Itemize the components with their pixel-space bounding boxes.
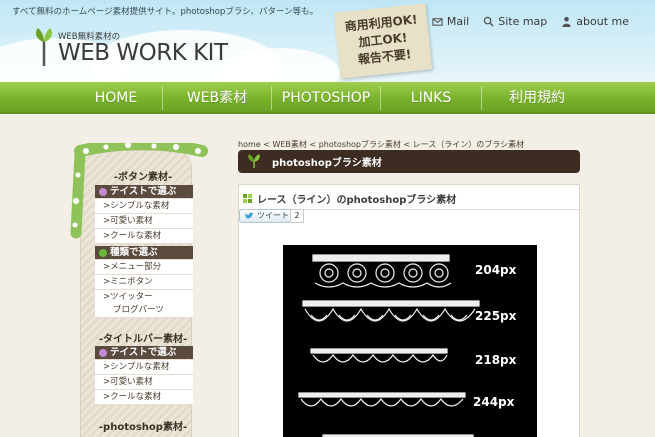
sitemap-link-label: Site map xyxy=(498,15,548,28)
nav-links[interactable]: LINKS xyxy=(381,82,481,114)
mail-icon xyxy=(432,18,443,26)
sidebar-group-head: テイストで選ぶ xyxy=(95,346,193,359)
grid-icon xyxy=(243,194,252,203)
sidebar-section-title: -photoshop素材- xyxy=(98,422,188,433)
tweet-label: ツイート xyxy=(257,211,289,220)
nav-photoshop[interactable]: PHOTOSHOP xyxy=(272,82,380,114)
license-note: 商用利用OK! 加工OK! 報告不要! xyxy=(333,3,433,79)
site-logo[interactable]: WEB WORK KIT xyxy=(58,40,228,66)
preview-size-label: 218px xyxy=(475,353,517,367)
nav-web-materials[interactable]: WEB素材 xyxy=(163,82,271,114)
nav-home[interactable]: HOME xyxy=(70,82,162,114)
person-icon xyxy=(562,16,571,27)
sidebar-link[interactable]: >メニュー部分 xyxy=(95,260,193,275)
sidebar-section-title: -タイトルバー素材- xyxy=(98,334,188,345)
section-title-bar: photoshopブラシ素材 xyxy=(238,150,580,173)
search-icon xyxy=(483,16,494,27)
sidebar-link[interactable]: ブログパーツ xyxy=(95,303,193,318)
sprout-logo-icon xyxy=(36,28,52,66)
top-links: Mail Site map about me xyxy=(432,15,629,28)
content-title: レース（ライン）のphotoshopブラシ素材 xyxy=(243,191,456,206)
mail-link-label: Mail xyxy=(446,15,470,28)
preview-size-label: 204px xyxy=(475,263,517,277)
sidebar-link[interactable]: >ミニボタン xyxy=(95,275,193,290)
sidebar-group-label: テイストで選ぶ xyxy=(110,347,177,358)
breadcrumb[interactable]: home < WEB素材 < photoshopブラシ素材 < レース（ライン）… xyxy=(238,139,524,150)
about-link-label: about me xyxy=(576,15,629,28)
sidebar-group-label: テイストで選ぶ xyxy=(110,186,177,197)
sidebar-group-label: 種類で選ぶ xyxy=(110,247,158,258)
sidebar-link[interactable]: >シンプルな素材 xyxy=(95,199,193,214)
sidebar-link[interactable]: >クールな素材 xyxy=(95,229,193,244)
brush-preview-image: 204px 225px 218px 244px xyxy=(283,245,537,437)
bullet-icon xyxy=(99,248,107,257)
content-panel: レース（ライン）のphotoshopブラシ素材 ツイート 2 204px 225… xyxy=(238,184,580,437)
sitemap-link[interactable]: Site map xyxy=(483,15,547,28)
sidebar-link[interactable]: >シンプルな素材 xyxy=(95,360,193,375)
sidebar-section-title: -ボタン素材- xyxy=(113,172,173,183)
sidebar-group-head: 種類で選ぶ xyxy=(95,246,193,259)
site-tagline: すべて無料のホームページ素材提供サイト。photoshopブラシ、パターン等も。 xyxy=(12,7,319,17)
mail-link[interactable]: Mail xyxy=(432,15,469,28)
section-title: photoshopブラシ素材 xyxy=(272,158,382,169)
bullet-icon xyxy=(99,187,107,196)
sidebar-link[interactable]: >クールな素材 xyxy=(95,390,193,405)
twitter-bird-icon xyxy=(245,212,254,219)
site-header: すべて無料のホームページ素材提供サイト。photoshopブラシ、パターン等も。… xyxy=(0,0,655,82)
sidebar-group-head: テイストで選ぶ xyxy=(95,185,193,198)
leaf-icon xyxy=(248,154,260,168)
content-title-text: レース（ライン）のphotoshopブラシ素材 xyxy=(257,195,457,206)
sidebar-link[interactable]: >可愛い素材 xyxy=(95,375,193,390)
main-nav: HOME WEB素材 PHOTOSHOP LINKS 利用規約 xyxy=(0,82,655,114)
about-link[interactable]: about me xyxy=(561,15,629,28)
tweet-button[interactable]: ツイート xyxy=(239,209,295,223)
preview-size-label: 225px xyxy=(475,309,517,323)
bullet-icon xyxy=(99,348,107,357)
sidebar-link[interactable]: >可愛い素材 xyxy=(95,214,193,229)
nav-terms[interactable]: 利用規約 xyxy=(482,82,592,114)
preview-size-label: 244px xyxy=(473,395,515,409)
tweet-count: 2 xyxy=(290,209,304,223)
